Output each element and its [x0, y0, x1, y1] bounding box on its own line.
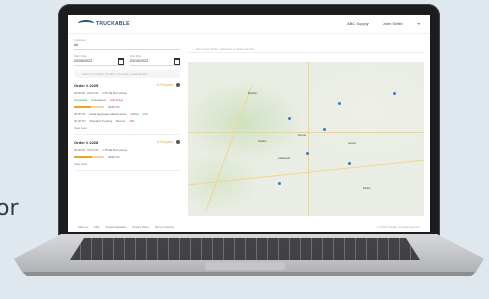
order-status: In Progress — [156, 140, 173, 144]
map-road — [308, 62, 309, 216]
view-less-link[interactable]: View Less — [74, 126, 180, 130]
row-name: Road Aggregate Maintenance — [89, 112, 127, 116]
progress-text: 40/40 TN — [108, 105, 120, 109]
map-road — [205, 85, 252, 213]
progress-fill — [74, 156, 92, 158]
progress-fill — [74, 106, 91, 108]
order-scheduled: Scheduled — [74, 98, 88, 102]
row-val: 100 — [129, 119, 134, 123]
brand-logo: TRUCKABLE — [78, 20, 130, 27]
map-search-placeholder: Tap to see Order, reference or plate num… — [196, 47, 255, 51]
order-card[interactable]: Order # 2228 In Progress 02:00:00 - 02:0… — [74, 140, 180, 171]
map-city-label: Parker — [363, 187, 371, 190]
orders-sidebar: Customer All Start Date 03/08/2023 End D… — [68, 34, 186, 222]
order-unassigned: Unassigned — [91, 98, 106, 102]
order-progress: 40/40 TN — [74, 105, 180, 109]
footer-link[interactable]: FAQ — [94, 226, 99, 229]
map-city-label: Aurora — [348, 142, 356, 145]
order-time: 02:00:00 - 02:07:00 — [74, 148, 99, 152]
progress-bar — [74, 156, 104, 158]
header-user: ABC Supply John Smith ⇥ — [347, 21, 420, 26]
order-search-input[interactable]: Search by Order number, job name, materi… — [74, 70, 180, 78]
order-note: 1 55 NE Red pickup — [102, 148, 128, 152]
date-range: Start Date 03/08/2023 End Date 03/15/202… — [74, 50, 180, 66]
end-date-field[interactable]: End Date 03/15/2023 — [130, 54, 180, 66]
order-menu-icon[interactable] — [176, 140, 180, 144]
footer-links: About us FAQ Product Education Privacy P… — [78, 226, 174, 229]
map-marker-icon[interactable] — [393, 92, 396, 95]
progress-text: 40/40 TN — [108, 155, 120, 159]
order-search-placeholder: Search by Order number, job name, materi… — [82, 72, 148, 76]
add-driver-link[interactable]: Add Driver — [110, 98, 123, 102]
map-search-input[interactable]: Tap to see Order, reference or plate num… — [188, 45, 424, 53]
user-name[interactable]: John Smith — [383, 21, 403, 26]
footer-link[interactable]: Terms of Service — [155, 226, 174, 229]
footer-link[interactable]: Product Education — [105, 226, 126, 229]
truck-logo-icon — [78, 20, 94, 27]
map-city-label: Lakewood — [278, 157, 290, 160]
laptop-keyboard — [70, 238, 420, 260]
row-who: Ashley — [130, 112, 139, 116]
customer-label: Customer — [74, 38, 87, 42]
map-view[interactable]: Boulder Denver Aurora Golden Lakewood Pa… — [188, 62, 424, 216]
row-qty: 40.00 TN — [74, 112, 86, 116]
order-time: 02:00:00 - 02:07:00 — [74, 91, 99, 95]
progress-bar — [74, 106, 104, 108]
customer-select[interactable]: Customer All — [74, 38, 180, 50]
map-marker-icon[interactable] — [348, 162, 351, 165]
start-date-field[interactable]: Start Date 03/08/2023 — [74, 54, 124, 66]
brand-name: TRUCKABLE — [96, 20, 130, 27]
order-title: Order # 2228 — [74, 140, 99, 145]
footer-link[interactable]: Privacy Policy — [133, 226, 149, 229]
map-marker-icon[interactable] — [278, 182, 281, 185]
map-city-label: Denver — [298, 134, 307, 137]
map-marker-icon[interactable] — [288, 117, 291, 120]
order-note: 1 55 NE Red pickup — [102, 91, 128, 95]
order-menu-icon[interactable] — [176, 83, 180, 87]
customer-value: All — [74, 43, 78, 47]
order-title: Order # 2225 — [74, 83, 99, 88]
start-date-label: Start Date — [74, 54, 87, 58]
order-progress: 40/40 TN — [74, 155, 180, 159]
start-date-value: 03/08/2023 — [74, 59, 92, 63]
laptop-trackpad — [205, 262, 285, 270]
end-date-value: 03/15/2023 — [130, 59, 148, 63]
row-name: Standard Trucking — [89, 119, 113, 123]
order-status: In Progress — [156, 83, 173, 87]
map-city-label: Boulder — [248, 92, 257, 95]
laptop-screen: TRUCKABLE ABC Supply John Smith ⇥ Custom… — [68, 15, 430, 232]
map-road — [188, 132, 424, 133]
calendar-icon[interactable] — [118, 58, 124, 65]
map-road — [188, 159, 424, 186]
company-name[interactable]: ABC Supply — [347, 21, 369, 26]
logout-icon[interactable]: ⇥ — [417, 21, 420, 26]
order-card[interactable]: Order # 2225 In Progress 02:00:00 - 02:0… — [74, 83, 180, 135]
end-date-label: End Date — [130, 54, 142, 58]
row-qty: 40.00 TN — [74, 119, 86, 123]
laptop-base-edge — [24, 272, 474, 276]
view-more-link[interactable]: View more — [74, 162, 180, 166]
footer-copyright: © 2023 Truckable. All rights reserved. — [376, 226, 420, 229]
calendar-icon[interactable] — [174, 58, 180, 65]
map-marker-icon[interactable] — [306, 152, 309, 155]
background-text: or — [0, 196, 19, 221]
row-who: Benner — [116, 119, 126, 123]
app-header: TRUCKABLE ABC Supply John Smith ⇥ — [68, 15, 430, 34]
map-city-label: Golden — [258, 140, 267, 143]
map-marker-icon[interactable] — [338, 102, 341, 105]
map-marker-icon[interactable] — [323, 128, 326, 131]
row-val: 100 — [142, 112, 148, 116]
footer-link[interactable]: About us — [78, 226, 88, 229]
